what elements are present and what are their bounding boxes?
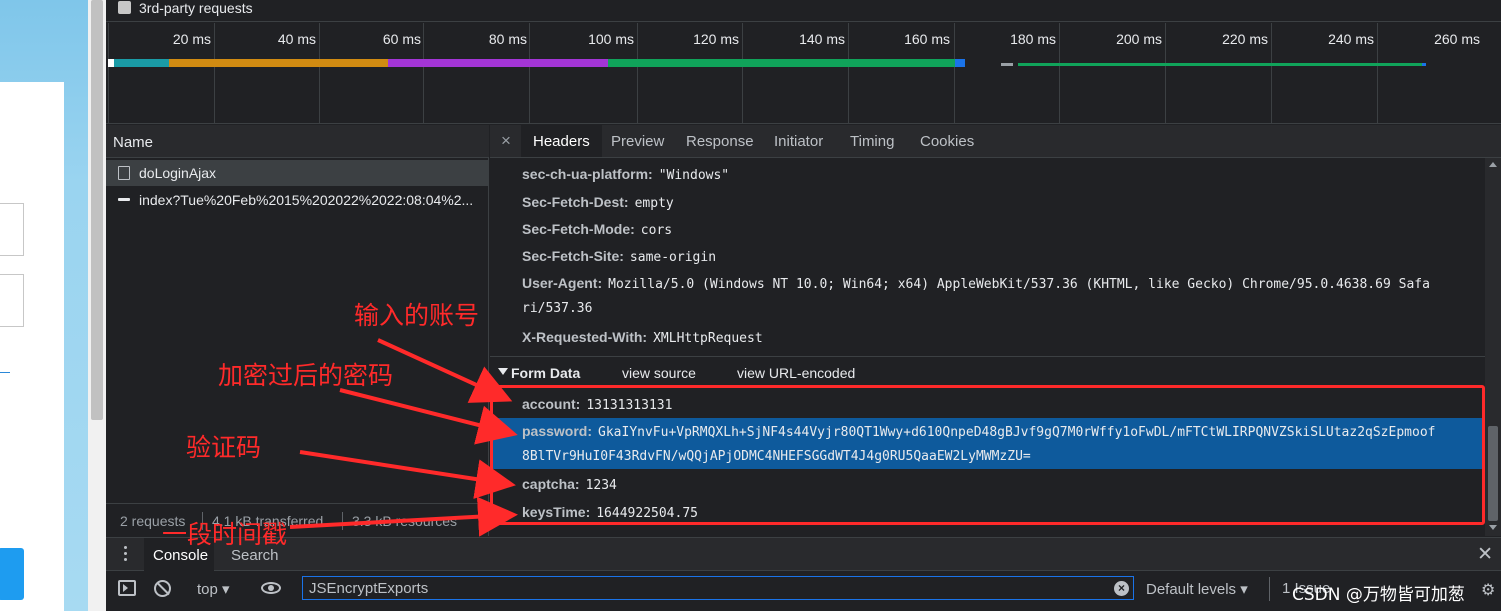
timeline-bar-download bbox=[955, 59, 965, 67]
annotation-captcha: 验证码 bbox=[186, 433, 262, 462]
network-overview-timeline[interactable]: 20 ms 40 ms 60 ms 80 ms 100 ms 120 ms 14… bbox=[106, 23, 1501, 124]
timeline-tick-label: 20 ms bbox=[172, 31, 211, 47]
timeline-tick-line bbox=[1377, 23, 1378, 124]
login-button[interactable] bbox=[0, 548, 24, 600]
timeline-tick-line bbox=[529, 23, 530, 124]
background-web-page bbox=[0, 0, 106, 611]
timeline-bar-request bbox=[388, 59, 608, 67]
timeline-tick-label: 60 ms bbox=[382, 31, 421, 47]
timeline-tick-label: 240 ms bbox=[1328, 31, 1374, 47]
timeline-tick-line bbox=[214, 23, 215, 124]
clear-filter-icon[interactable]: × bbox=[1114, 581, 1129, 596]
drawer-tabbar: Console Search ✕ bbox=[106, 537, 1501, 571]
scroll-up-icon[interactable] bbox=[1489, 162, 1497, 167]
account-input[interactable] bbox=[0, 203, 24, 256]
timeline-bar-second-waiting bbox=[1018, 63, 1422, 66]
close-icon[interactable]: × bbox=[501, 131, 511, 151]
request-row-dologinajax[interactable]: doLoginAjax bbox=[106, 160, 489, 186]
form-data-highlight-box bbox=[490, 385, 1485, 525]
timeline-tick-label: 100 ms bbox=[588, 31, 634, 47]
tab-initiator[interactable]: Initiator bbox=[762, 125, 835, 157]
page-link[interactable] bbox=[0, 372, 10, 373]
timeline-tick-line bbox=[1059, 23, 1060, 124]
live-expression-eye-icon[interactable] bbox=[261, 582, 281, 594]
header-row: Sec-Fetch-Dest: empty bbox=[522, 194, 674, 211]
timeline-tick-label: 260 ms bbox=[1434, 31, 1480, 47]
scroll-down-icon[interactable] bbox=[1489, 525, 1497, 530]
timeline-bar-second-queue bbox=[1001, 63, 1013, 66]
timeline-tick-line bbox=[1271, 23, 1272, 124]
timeline-bar-second-download bbox=[1422, 63, 1426, 66]
tab-timing[interactable]: Timing bbox=[838, 125, 906, 157]
divider bbox=[342, 512, 343, 530]
page-scrollbar[interactable] bbox=[88, 0, 106, 611]
annotation-keystime: 一段时间戳 bbox=[162, 520, 288, 549]
timeline-tick-label: 200 ms bbox=[1116, 31, 1162, 47]
request-name: index?Tue%20Feb%2015%202022%2022:08:04%2… bbox=[139, 192, 474, 208]
timeline-bar-waiting bbox=[608, 59, 955, 67]
timeline-tick-label: 160 ms bbox=[904, 31, 950, 47]
sidebar-toggle-icon[interactable] bbox=[118, 580, 136, 596]
gear-icon[interactable]: ⚙ bbox=[1481, 580, 1495, 600]
timeline-tick-label: 180 ms bbox=[1010, 31, 1056, 47]
more-tools-icon[interactable] bbox=[124, 546, 127, 562]
header-row: Sec-Fetch-Site: same-origin bbox=[522, 248, 717, 265]
request-row-index[interactable]: index?Tue%20Feb%2015%202022%2022:08:04%2… bbox=[106, 187, 489, 213]
third-party-filter: 3rd-party requests bbox=[106, 0, 1501, 22]
timeline-tick-label: 40 ms bbox=[277, 31, 316, 47]
tab-cookies[interactable]: Cookies bbox=[908, 125, 986, 157]
resources-size: 3.3 kB resources bbox=[352, 513, 458, 529]
document-icon bbox=[118, 166, 130, 180]
request-name: doLoginAjax bbox=[139, 165, 217, 181]
login-panel bbox=[0, 82, 64, 611]
context-selector[interactable]: top ▾ bbox=[197, 580, 230, 598]
name-column-header[interactable]: Name bbox=[106, 125, 489, 158]
header-row-continued: ri/537.36 bbox=[522, 301, 593, 316]
annotation-password: 加密过后的密码 bbox=[218, 361, 394, 390]
dash-icon bbox=[118, 198, 130, 201]
header-row: Sec-Fetch-Mode: cors bbox=[522, 221, 673, 238]
header-row: User-Agent: Mozilla/5.0 (Windows NT 10.0;… bbox=[522, 275, 1430, 292]
tab-preview[interactable]: Preview bbox=[599, 125, 676, 157]
timeline-tick-line bbox=[108, 23, 109, 124]
page-scrollbar-thumb[interactable] bbox=[91, 0, 103, 420]
csdn-watermark: CSDN @万物皆可加葱 bbox=[1292, 585, 1465, 605]
timeline-tick-label: 140 ms bbox=[799, 31, 845, 47]
header-row: X-Requested-With: XMLHttpRequest bbox=[522, 329, 763, 346]
timeline-tick-label: 80 ms bbox=[488, 31, 527, 47]
timeline-tick-line bbox=[742, 23, 743, 124]
form-data-title: Form Data bbox=[511, 365, 581, 381]
header-row: sec-ch-ua-platform: "Windows" bbox=[522, 166, 730, 183]
tab-response[interactable]: Response bbox=[674, 125, 766, 157]
clear-console-icon[interactable] bbox=[154, 580, 171, 597]
close-drawer-icon[interactable]: ✕ bbox=[1477, 543, 1493, 566]
timeline-tick-line bbox=[954, 23, 955, 124]
expand-triangle-icon[interactable] bbox=[498, 368, 508, 375]
form-data-section-header[interactable]: Form Data view source view URL-encoded bbox=[490, 356, 1501, 383]
timeline-tick-line bbox=[1165, 23, 1166, 124]
timeline-tick-line bbox=[423, 23, 424, 124]
timeline-tick-label: 220 ms bbox=[1222, 31, 1268, 47]
timeline-bar-ssl bbox=[169, 59, 388, 67]
password-input[interactable] bbox=[0, 274, 24, 327]
console-filter-input[interactable]: JSEncryptExports bbox=[302, 576, 1134, 600]
tab-headers[interactable]: Headers bbox=[521, 125, 602, 157]
timeline-tick-line bbox=[637, 23, 638, 124]
detail-scrollbar[interactable] bbox=[1485, 158, 1501, 536]
third-party-checkbox[interactable] bbox=[118, 1, 131, 14]
timeline-tick-label: 120 ms bbox=[693, 31, 739, 47]
detail-tabs: × Headers Preview Response Initiator Tim… bbox=[490, 125, 1501, 158]
detail-scrollbar-thumb[interactable] bbox=[1488, 426, 1498, 521]
third-party-label: 3rd-party requests bbox=[139, 0, 253, 16]
log-levels-dropdown[interactable]: Default levels ▾ bbox=[1146, 580, 1248, 598]
view-url-encoded-link[interactable]: view URL-encoded bbox=[737, 365, 855, 381]
timeline-tick-line bbox=[848, 23, 849, 124]
annotation-account: 输入的账号 bbox=[354, 301, 480, 330]
timeline-tick-line bbox=[319, 23, 320, 124]
view-source-link[interactable]: view source bbox=[622, 365, 696, 381]
timeline-bar-connect bbox=[114, 59, 169, 67]
